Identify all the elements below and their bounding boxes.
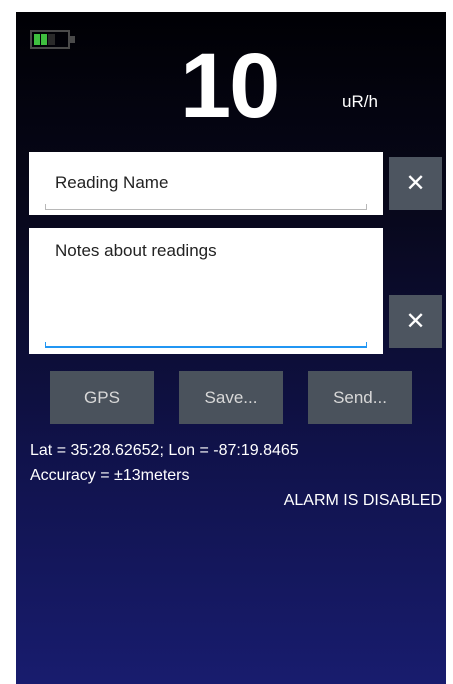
clear-reading-name-button[interactable]: ✕: [389, 157, 442, 210]
battery-icon: [30, 30, 75, 49]
notes-underline: [45, 342, 367, 348]
app-screen: 10 uR/h Reading Name ✕ Notes about readi…: [16, 12, 446, 684]
send-button[interactable]: Send...: [308, 371, 412, 424]
reading-name-field[interactable]: Reading Name: [29, 152, 383, 215]
reading-name-underline: [45, 204, 367, 210]
reading-name-placeholder: Reading Name: [55, 173, 169, 192]
save-button[interactable]: Save...: [179, 371, 283, 424]
close-icon: ✕: [405, 169, 426, 197]
close-icon: ✕: [405, 307, 426, 335]
accuracy-text: Accuracy = ±13meters: [30, 467, 190, 484]
notes-placeholder: Notes about readings: [55, 241, 217, 260]
gps-button[interactable]: GPS: [50, 371, 154, 424]
alarm-status: ALARM IS DISABLED: [283, 492, 442, 509]
latlon-text: Lat = 35:28.62652; Lon = -87:19.8465: [30, 442, 299, 459]
reading-unit: uR/h: [342, 92, 378, 111]
clear-notes-button[interactable]: ✕: [389, 295, 442, 348]
reading-value: 10: [180, 35, 280, 137]
notes-field[interactable]: Notes about readings: [29, 228, 383, 354]
